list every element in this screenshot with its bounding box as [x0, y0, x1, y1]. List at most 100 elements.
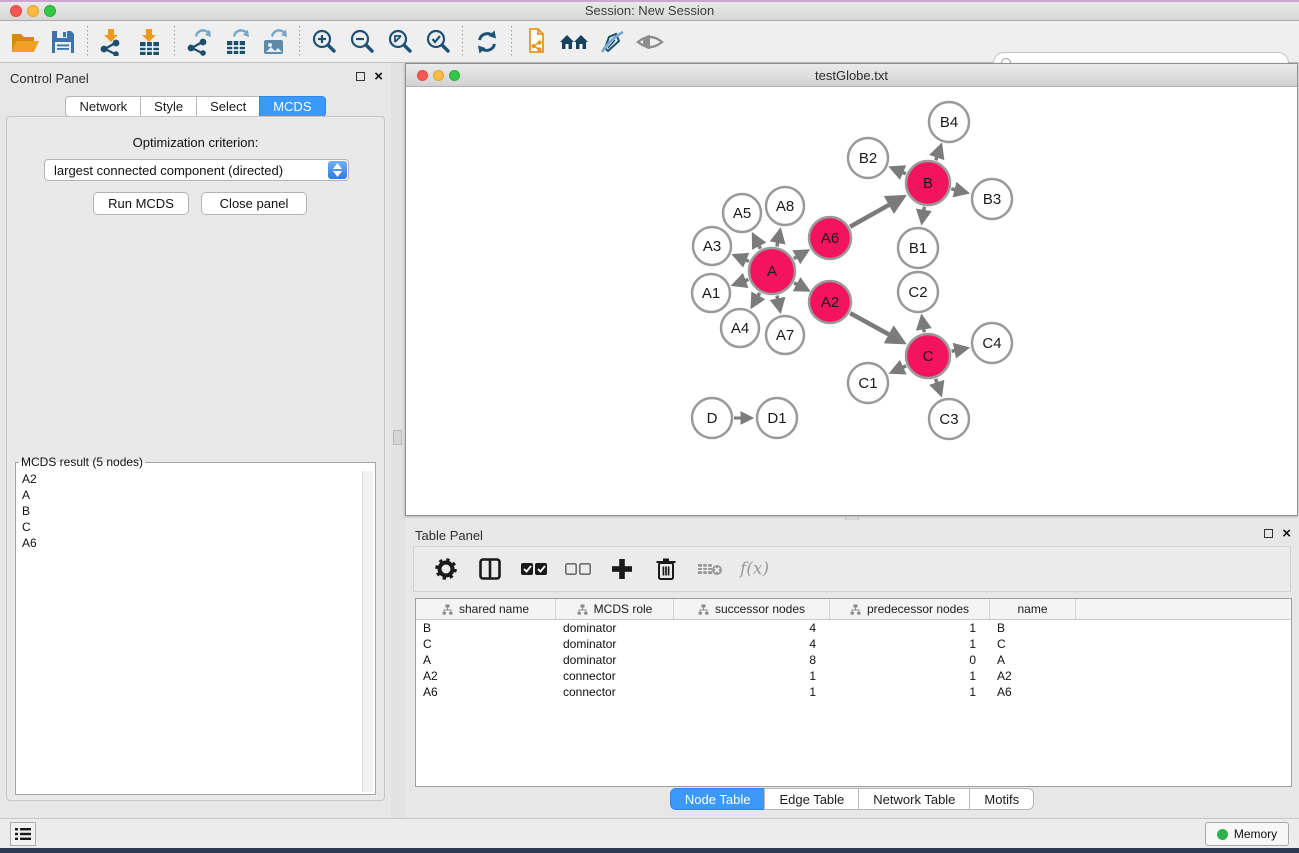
- gear-button[interactable]: [432, 555, 460, 583]
- mcds-result-item[interactable]: A6: [18, 535, 361, 551]
- graph-edge-A-A8[interactable]: [777, 241, 778, 247]
- column-header-successor-nodes[interactable]: successor nodes: [674, 599, 830, 619]
- graph-edge-A-A4[interactable]: [757, 293, 759, 297]
- table-cell[interactable]: 1: [674, 668, 830, 684]
- task-history-button[interactable]: [10, 822, 36, 846]
- run-mcds-button[interactable]: Run MCDS: [93, 192, 189, 215]
- graph-edge-A-A5[interactable]: [758, 244, 760, 248]
- memory-button[interactable]: Memory: [1205, 822, 1289, 846]
- graph-edge-B-B4[interactable]: [936, 156, 938, 161]
- graph-edge-A-A2[interactable]: [794, 283, 798, 285]
- graph-node-A5[interactable]: A5: [723, 194, 761, 232]
- tab-select[interactable]: Select: [196, 96, 260, 117]
- graph-edge-A-A1[interactable]: [744, 279, 749, 281]
- graph-edge-C-C1[interactable]: [901, 366, 906, 368]
- close-panel-icon[interactable]: ×: [374, 71, 383, 82]
- graph-node-C[interactable]: C: [906, 334, 950, 378]
- split-view-button[interactable]: [476, 555, 504, 583]
- graph-node-A[interactable]: A: [749, 248, 795, 294]
- add-column-button[interactable]: [608, 555, 636, 583]
- graph-node-A1[interactable]: A1: [692, 274, 730, 312]
- tab-network[interactable]: Network: [65, 96, 141, 117]
- graph-node-C3[interactable]: C3: [929, 399, 969, 439]
- tab-style[interactable]: Style: [140, 96, 197, 117]
- table-cell[interactable]: 1: [830, 620, 990, 636]
- network-overview-button[interactable]: [555, 24, 593, 60]
- close-table-panel-icon[interactable]: ×: [1282, 528, 1291, 539]
- select-all-button[interactable]: [520, 555, 548, 583]
- table-cell[interactable]: A2: [990, 668, 1076, 684]
- mcds-result-item[interactable]: C: [18, 519, 361, 535]
- export-network-button[interactable]: [180, 24, 218, 60]
- table-cell[interactable]: A6: [416, 684, 556, 700]
- graph-node-C4[interactable]: C4: [972, 323, 1012, 363]
- export-table-button[interactable]: [218, 24, 256, 60]
- network-window-titlebar[interactable]: testGlobe.txt: [406, 64, 1297, 87]
- import-table-button[interactable]: [131, 24, 169, 60]
- table-cell[interactable]: C: [990, 636, 1076, 652]
- table-cell[interactable]: connector: [556, 684, 674, 700]
- save-session-button[interactable]: [44, 24, 82, 60]
- graph-edge-A-A6[interactable]: [794, 256, 798, 258]
- float-table-panel-icon[interactable]: [1264, 529, 1273, 538]
- graph-node-A3[interactable]: A3: [693, 227, 731, 265]
- graph-edge-C-C3[interactable]: [936, 379, 938, 385]
- mcds-result-item[interactable]: A2: [18, 471, 361, 487]
- table-cell[interactable]: 1: [830, 684, 990, 700]
- table-row[interactable]: Adominator80A: [416, 652, 1291, 668]
- graph-node-D1[interactable]: D1: [757, 398, 797, 438]
- graph-node-A2[interactable]: A2: [809, 281, 851, 323]
- table-cell[interactable]: 8: [674, 652, 830, 668]
- table-cell[interactable]: dominator: [556, 652, 674, 668]
- graph-node-B[interactable]: B: [906, 161, 950, 205]
- zoom-in-button[interactable]: [305, 24, 343, 60]
- graph-edge-A6-B[interactable]: [850, 204, 891, 227]
- table-cell[interactable]: A2: [416, 668, 556, 684]
- function-builder-button[interactable]: f(x): [740, 559, 769, 579]
- table-cell[interactable]: 1: [674, 684, 830, 700]
- table-cell[interactable]: 4: [674, 636, 830, 652]
- graph-node-B4[interactable]: B4: [929, 102, 969, 142]
- hide-annotations-button[interactable]: [593, 24, 631, 60]
- graph-edge-A2-C[interactable]: [850, 313, 891, 336]
- deselect-all-button[interactable]: [564, 555, 592, 583]
- column-header-shared-name[interactable]: shared name: [416, 599, 556, 619]
- tab-motifs[interactable]: Motifs: [969, 788, 1034, 810]
- zoom-fit-button[interactable]: [381, 24, 419, 60]
- divider-handle[interactable]: [393, 430, 402, 445]
- refresh-layout-button[interactable]: [468, 24, 506, 60]
- tab-network-table[interactable]: Network Table: [858, 788, 970, 810]
- graph-edge-B-B3[interactable]: [951, 189, 956, 190]
- mcds-result-list[interactable]: A2ABCA6: [18, 471, 361, 792]
- tab-node-table[interactable]: Node Table: [670, 788, 766, 810]
- column-header-MCDS-role[interactable]: MCDS role: [556, 599, 674, 619]
- graph-node-A8[interactable]: A8: [766, 187, 804, 225]
- zoom-selected-button[interactable]: [419, 24, 457, 60]
- delete-column-button[interactable]: [652, 555, 680, 583]
- graph-node-B1[interactable]: B1: [898, 228, 938, 268]
- graph-node-D[interactable]: D: [692, 398, 732, 438]
- graph-node-B2[interactable]: B2: [848, 138, 888, 178]
- criterion-select[interactable]: largest connected component (directed): [44, 159, 349, 181]
- graph-edge-A-A3[interactable]: [744, 259, 749, 261]
- graph-edge-C-C4[interactable]: [952, 350, 957, 351]
- table-cell[interactable]: connector: [556, 668, 674, 684]
- graph-edge-A-A7[interactable]: [777, 295, 778, 300]
- table-cell[interactable]: C: [416, 636, 556, 652]
- table-cell[interactable]: A: [990, 652, 1076, 668]
- graph-node-C1[interactable]: C1: [848, 363, 888, 403]
- table-cell[interactable]: 0: [830, 652, 990, 668]
- vertical-pane-divider[interactable]: [391, 63, 405, 818]
- table-cell[interactable]: B: [990, 620, 1076, 636]
- table-cell[interactable]: 1: [830, 668, 990, 684]
- table-cell[interactable]: dominator: [556, 620, 674, 636]
- zoom-out-button[interactable]: [343, 24, 381, 60]
- table-cell[interactable]: 1: [830, 636, 990, 652]
- table-cell[interactable]: A6: [990, 684, 1076, 700]
- mcds-result-item[interactable]: A: [18, 487, 361, 503]
- tab-mcds[interactable]: MCDS: [259, 96, 325, 117]
- float-panel-icon[interactable]: [356, 72, 365, 81]
- import-network-button[interactable]: [93, 24, 131, 60]
- export-image-button[interactable]: [256, 24, 294, 60]
- show-graphics-details-button[interactable]: [631, 24, 669, 60]
